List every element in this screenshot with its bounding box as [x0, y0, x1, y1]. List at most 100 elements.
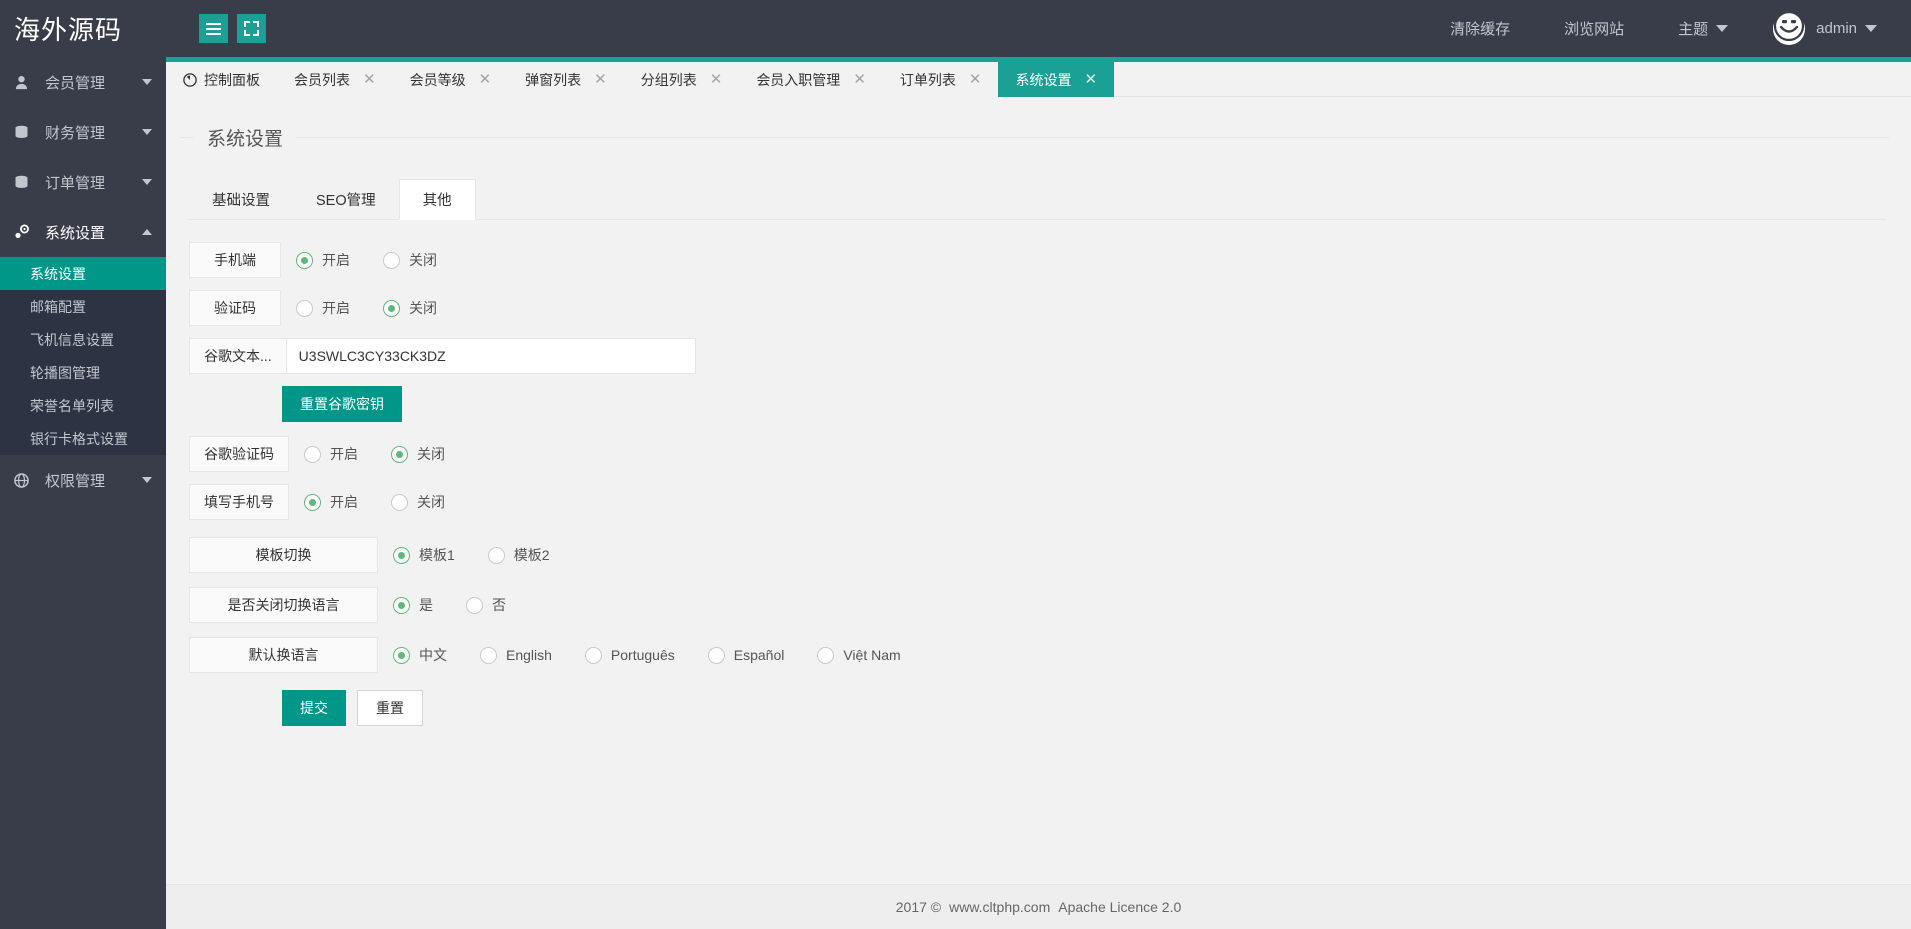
- sidebar-subitem-flight-info-settings[interactable]: 飞机信息设置: [0, 323, 166, 356]
- database-icon: [14, 175, 36, 190]
- close-icon[interactable]: ✕: [1084, 72, 1097, 87]
- google-secret-input[interactable]: [286, 338, 696, 374]
- form-row-google-captcha: 谷歌验证码 开启 关闭: [189, 436, 1911, 472]
- sub-tab-label: 基础设置: [212, 192, 270, 209]
- close-icon[interactable]: ✕: [594, 72, 607, 87]
- close-icon[interactable]: ✕: [479, 72, 492, 87]
- dashboard-icon: [183, 72, 197, 87]
- title-dash: [180, 136, 194, 138]
- radio-dot-icon: [296, 299, 313, 317]
- sidebar-subitem-honor-list[interactable]: 荣誉名单列表: [0, 389, 166, 422]
- close-icon[interactable]: ✕: [969, 72, 982, 87]
- radio-language-portuguese[interactable]: Português: [584, 646, 675, 664]
- radio-language-spanish[interactable]: Español: [707, 646, 784, 664]
- tab-member-level[interactable]: 会员等级 ✕: [392, 62, 509, 97]
- close-icon[interactable]: ✕: [363, 72, 376, 87]
- sub-tab-label: SEO管理: [316, 192, 376, 209]
- radio-fill-phone-on[interactable]: 开启: [304, 492, 358, 512]
- tab-label: 会员列表: [294, 71, 350, 88]
- label-template-switch: 模板切换: [189, 537, 378, 573]
- radio-template-1[interactable]: 模板1: [393, 545, 455, 565]
- tab-group-list[interactable]: 分组列表 ✕: [623, 62, 740, 97]
- tab-popup-list[interactable]: 弹窗列表 ✕: [508, 62, 624, 97]
- sidebar-label: 财务管理: [45, 124, 106, 142]
- tab-basic-settings[interactable]: 基础设置: [189, 179, 293, 219]
- sidebar-item-system-settings[interactable]: 系统设置: [0, 207, 166, 257]
- chevron-down-icon: [1865, 25, 1877, 32]
- radio-language-chinese[interactable]: 中文: [393, 645, 447, 665]
- footer-site: www.cltphp.com: [949, 899, 1051, 915]
- database-icon: [14, 125, 36, 140]
- radio-google-captcha-off[interactable]: 关闭: [391, 444, 445, 464]
- tab-other[interactable]: 其他: [398, 179, 476, 220]
- footer-year: 2017 ©: [895, 899, 942, 915]
- tab-system-settings[interactable]: 系统设置 ✕: [998, 62, 1115, 97]
- radio-disable-language-yes[interactable]: 是: [393, 595, 433, 615]
- sidebar-sublabel: 荣誉名单列表: [30, 397, 114, 414]
- radio-mobile-on[interactable]: 开启: [296, 250, 350, 270]
- sidebar-toggle-button[interactable]: [199, 14, 228, 43]
- close-icon[interactable]: ✕: [853, 72, 866, 87]
- radio-google-captcha-on[interactable]: 开启: [304, 444, 358, 464]
- browse-site-button[interactable]: 浏览网站: [1537, 0, 1651, 57]
- label-fill-phone: 填写手机号: [189, 484, 289, 520]
- sidebar-subitem-carousel-management[interactable]: 轮播图管理: [0, 356, 166, 389]
- radio-group-template-switch: 模板1 模板2: [378, 537, 583, 573]
- tab-dashboard[interactable]: 控制面板: [166, 62, 277, 97]
- radio-dot-icon: [383, 299, 400, 317]
- user-menu[interactable]: admin: [1755, 10, 1891, 45]
- radio-captcha-on[interactable]: 开启: [296, 298, 350, 318]
- radio-group-default-language: 中文 English Português Español Việt Nam: [378, 637, 934, 673]
- sidebar-subitem-system-settings[interactable]: 系统设置: [0, 257, 166, 290]
- tab-label: 系统设置: [1015, 71, 1072, 88]
- radio-label: English: [506, 647, 552, 663]
- reset-button[interactable]: 重置: [357, 690, 423, 726]
- radio-language-english[interactable]: English: [480, 646, 552, 664]
- tab-member-onboarding[interactable]: 会员入职管理 ✕: [739, 62, 883, 97]
- form-row-disable-language-switch: 是否关闭切换语言 是 否: [189, 587, 1911, 623]
- header-toggle-buttons: [199, 14, 266, 43]
- sidebar: 会员管理 财务管理 订单管理 系统设置 系统设置 邮箱配置 飞机信息设置 轮播图…: [0, 57, 166, 929]
- radio-template-2[interactable]: 模板2: [487, 545, 550, 565]
- form-row-captcha: 验证码 开启 关闭: [189, 290, 1911, 326]
- hamburger-icon: [206, 22, 221, 35]
- close-icon[interactable]: ✕: [710, 72, 723, 87]
- fullscreen-button[interactable]: [237, 14, 266, 43]
- submit-button[interactable]: 提交: [282, 690, 346, 726]
- radio-dot-icon: [393, 546, 410, 564]
- radio-captcha-off[interactable]: 关闭: [383, 298, 437, 318]
- radio-label: 模板1: [419, 547, 455, 563]
- settings-form: 手机端 开启 关闭 验证码 开启 关闭 谷歌文本... U3SWLC3CY33C…: [189, 242, 1911, 726]
- radio-mobile-off[interactable]: 关闭: [383, 250, 437, 270]
- label-default-language: 默认换语言: [189, 637, 378, 673]
- radio-dot-icon: [304, 445, 321, 463]
- radio-dot-icon: [817, 646, 835, 664]
- radio-disable-language-no[interactable]: 否: [466, 595, 506, 615]
- sidebar-item-order-management[interactable]: 订单管理: [0, 157, 166, 207]
- radio-dot-icon: [466, 596, 483, 614]
- tab-seo-management[interactable]: SEO管理: [293, 179, 399, 219]
- sidebar-item-member-management[interactable]: 会员管理: [0, 57, 166, 107]
- radio-label: Português: [610, 647, 675, 663]
- form-row-template-switch: 模板切换 模板1 模板2: [189, 537, 1911, 573]
- radio-group-disable-language-switch: 是 否: [378, 587, 539, 623]
- theme-menu[interactable]: 主题: [1651, 0, 1755, 57]
- tab-order-list[interactable]: 订单列表 ✕: [882, 62, 999, 97]
- radio-language-vietnamese[interactable]: Việt Nam: [817, 646, 901, 664]
- tab-member-list[interactable]: 会员列表 ✕: [277, 62, 393, 97]
- sidebar-subitem-email-config[interactable]: 邮箱配置: [0, 290, 166, 323]
- radio-label: 模板2: [513, 547, 550, 563]
- radio-label: 中文: [419, 647, 447, 663]
- radio-label: 开启: [322, 252, 350, 268]
- radio-label: 关闭: [417, 446, 445, 462]
- clear-cache-button[interactable]: 清除缓存: [1423, 0, 1537, 57]
- radio-fill-phone-off[interactable]: 关闭: [391, 492, 445, 512]
- form-row-reset-google: 重置谷歌密钥: [282, 386, 1911, 422]
- sidebar-subitem-bankcard-format[interactable]: 银行卡格式设置: [0, 422, 166, 455]
- form-row-default-language: 默认换语言 中文 English Português Español Việt …: [189, 637, 1911, 673]
- sidebar-item-finance-management[interactable]: 财务管理: [0, 107, 166, 157]
- sidebar-label: 订单管理: [45, 174, 106, 192]
- radio-dot-icon: [383, 251, 400, 269]
- sidebar-item-permission-management[interactable]: 权限管理: [0, 455, 166, 505]
- reset-google-key-button[interactable]: 重置谷歌密钥: [282, 386, 402, 422]
